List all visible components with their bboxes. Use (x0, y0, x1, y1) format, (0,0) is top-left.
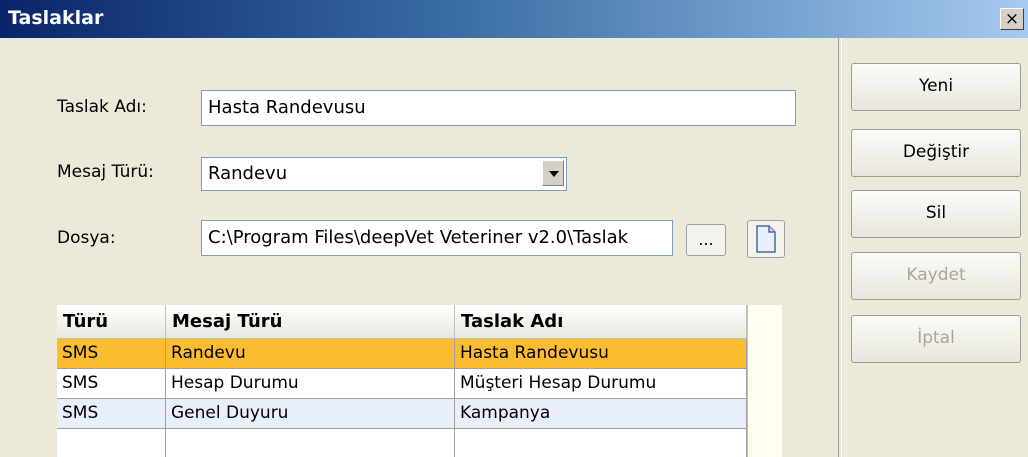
grid-empty-area (747, 305, 782, 457)
table-row-empty (57, 429, 747, 457)
column-header-type[interactable]: Türü (57, 305, 166, 339)
delete-button[interactable]: Sil (851, 190, 1021, 238)
name-label: Taslak Adı: (57, 97, 147, 117)
panel-separator (838, 38, 842, 457)
column-header-message-type[interactable]: Mesaj Türü (166, 305, 548, 339)
type-label: Mesaj Türü: (57, 162, 154, 182)
cell-type: SMS (57, 369, 166, 399)
table-row[interactable]: SMS Genel Duyuru Kampanya (57, 399, 747, 429)
new-button[interactable]: Yeni (851, 63, 1021, 111)
save-button[interactable]: Kaydet (851, 252, 1021, 300)
name-input[interactable]: Hasta Randevusu (201, 90, 796, 126)
edit-button[interactable]: Değiştir (851, 129, 1021, 177)
cancel-button[interactable]: İptal (851, 315, 1021, 363)
drafts-grid[interactable]: Türü Mesaj Türü Taslak Adı SMS Randevu H… (57, 305, 782, 457)
cell-empty (166, 429, 455, 457)
column-header-message-type-label: Mesaj Türü (172, 311, 283, 332)
window-title: Taslaklar (8, 7, 104, 29)
cell-draft-name: Hasta Randevusu (455, 339, 747, 369)
type-dropdown[interactable]: Randevu (201, 157, 567, 191)
column-header-draft-name[interactable]: Taslak Adı (455, 305, 747, 339)
cell-draft-name: Müşteri Hesap Durumu (455, 369, 747, 399)
cell-message-type: Hesap Durumu (166, 369, 455, 399)
table-row[interactable]: SMS Randevu Hasta Randevusu (57, 339, 747, 369)
browse-button[interactable]: ... (686, 224, 726, 256)
name-input-value: Hasta Randevusu (208, 97, 366, 118)
file-input[interactable]: C:\Program Files\deepVet Veteriner v2.0\… (201, 220, 673, 256)
file-label: Dosya: (57, 228, 116, 248)
chevron-down-icon[interactable] (542, 160, 564, 186)
cell-message-type: Genel Duyuru (166, 399, 455, 429)
new-file-button[interactable] (747, 220, 785, 258)
cell-type: SMS (57, 399, 166, 429)
table-row[interactable]: SMS Hesap Durumu Müşteri Hesap Durumu (57, 369, 747, 399)
cell-message-type: Randevu (166, 339, 455, 369)
cell-empty (455, 429, 747, 457)
file-input-value: C:\Program Files\deepVet Veteriner v2.0\… (208, 227, 629, 248)
cell-empty (57, 429, 166, 457)
close-button[interactable]: × (1000, 8, 1024, 30)
cell-draft-name: Kampanya (455, 399, 747, 429)
document-icon (756, 225, 776, 253)
cell-type: SMS (57, 339, 166, 369)
type-dropdown-value: Randevu (208, 163, 288, 184)
title-bar: Taslaklar × (0, 0, 1028, 38)
